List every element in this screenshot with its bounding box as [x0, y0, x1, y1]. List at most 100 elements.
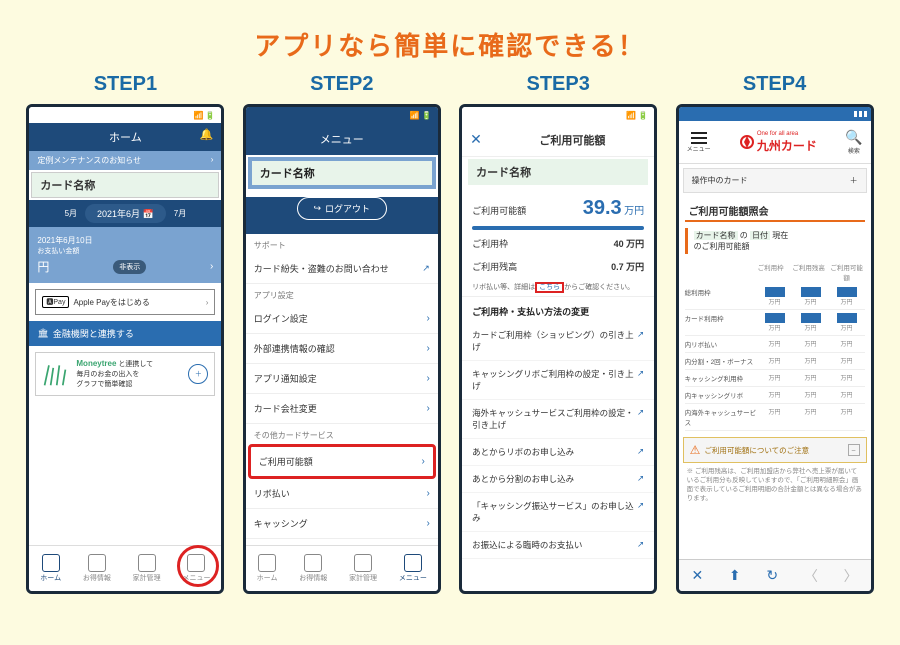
- external-icon: ↗: [637, 539, 644, 551]
- section-support: サポート: [246, 234, 438, 254]
- card-name: カード名称: [31, 172, 219, 198]
- forward-icon[interactable]: 〉: [844, 566, 858, 586]
- tab-home[interactable]: ホーム: [40, 554, 61, 583]
- logout-button[interactable]: ↪ログアウト: [297, 197, 388, 220]
- amount-unit: 円: [37, 258, 49, 275]
- gift-icon: [88, 554, 106, 572]
- month-tabs[interactable]: 5月 2021年6月 📅 7月: [29, 200, 221, 227]
- card-name-wrap: カード名称: [248, 157, 436, 189]
- change-cashing-revo[interactable]: キャッシングリボご利用枠の設定・引き上げ↗: [462, 361, 654, 400]
- apple-pay-text: Apple Payをはじめる: [73, 297, 149, 308]
- avail-value: 39.3: [583, 197, 622, 219]
- revo-link[interactable]: こちら: [539, 284, 560, 291]
- menu-icon: [404, 554, 422, 572]
- battery-icon: 🔋: [638, 111, 648, 120]
- menu-cashing[interactable]: キャッシング›: [246, 509, 438, 539]
- menu-button[interactable]: メニュー: [687, 132, 711, 153]
- revo-note: リボ払い等、詳細はこちらからご確認ください。: [462, 278, 654, 296]
- gift-icon: [304, 554, 322, 572]
- month-prev[interactable]: 5月: [65, 208, 77, 219]
- apple-pay-row[interactable]: 🅰Pay Apple Payをはじめる ›: [35, 289, 215, 315]
- home-icon: [42, 554, 60, 572]
- tab-home[interactable]: ホーム: [257, 554, 278, 583]
- apply-cashing-transfer[interactable]: 「キャッシング振込サービス」のお申し込み↗: [462, 493, 654, 532]
- change-overseas-cash[interactable]: 海外キャッシュサービスご利用枠の設定・引き上げ↗: [462, 400, 654, 439]
- battery-icon: 🔋: [205, 111, 215, 120]
- step-3-label: STEP3: [526, 73, 589, 96]
- menu-card-company[interactable]: カード会社変更›: [246, 394, 438, 424]
- link-banner[interactable]: 🏛 金融機関と連携する: [29, 321, 221, 346]
- warning-icon: ⚠: [690, 443, 701, 457]
- chevron-right-icon: ›: [426, 403, 429, 414]
- operating-card[interactable]: 操作中のカード＋: [683, 168, 867, 193]
- amount-panel: 2021年6月10日 お支払い金額 円 非表示 ›: [29, 227, 221, 283]
- chevron-right-icon: ›: [426, 313, 429, 324]
- footnote: ※ ご利用残高は、ご利用加盟店から弊社へ売上票が届いているご利用分も反映していま…: [679, 465, 871, 505]
- share-icon[interactable]: ⬆: [729, 567, 741, 584]
- month-current[interactable]: 2021年6月 📅: [85, 204, 166, 223]
- steps-row: STEP1 📶🔋 ホーム 🔔 定例メンテナンスのお知らせ› カード名称 5月 2…: [0, 73, 900, 614]
- header-title: ホーム: [109, 132, 142, 144]
- section-app: アプリ設定: [246, 284, 438, 304]
- step-2: STEP2 📶🔋 メニュー カード名称 ↪ログアウト サポート カード紛失・盗難…: [243, 73, 441, 594]
- external-icon: ↗: [637, 473, 644, 485]
- highlight-box: ご利用可能額›: [248, 444, 436, 479]
- step-1-label: STEP1: [94, 73, 157, 96]
- tab-deals[interactable]: お得情報: [83, 554, 111, 583]
- step-3: STEP3 📶🔋 ✕ ご利用可能額 カード名称 ご利用可能額 39.3 万円 ご…: [459, 73, 657, 594]
- reload-icon[interactable]: ↻: [766, 567, 778, 584]
- menu-lost-card[interactable]: カード紛失・盗難のお問い合わせ↗: [246, 254, 438, 284]
- apply-split[interactable]: あとから分割のお申し込み↗: [462, 466, 654, 493]
- external-icon: ↗: [637, 407, 644, 431]
- app-header: ホーム 🔔: [29, 123, 221, 151]
- status-bar: 📶🔋: [246, 107, 438, 123]
- chevron-right-icon: ›: [206, 298, 209, 307]
- moneytree-card[interactable]: Moneytree と連携して 毎月のお金の出入を グラフで簡単確認 ＋: [35, 352, 215, 396]
- change-shopping-limit[interactable]: カードご利用枠（ショッピング）の引き上げ↗: [462, 322, 654, 361]
- logo-main: 九州カード: [757, 137, 817, 154]
- chevron-right-icon: ›: [421, 456, 424, 467]
- collapse-icon[interactable]: −: [848, 444, 860, 456]
- status-bar: 📶🔋: [462, 107, 654, 123]
- apple-pay-icon: 🅰Pay: [42, 296, 69, 308]
- bell-icon[interactable]: 🔔: [200, 128, 214, 141]
- tab-menu[interactable]: メニュー: [399, 554, 427, 583]
- menu-notify[interactable]: アプリ通知設定›: [246, 364, 438, 394]
- logo[interactable]: One for all area 九州カード: [739, 131, 817, 154]
- table-row: 内分割・2回・ボーナス万円万円万円: [685, 353, 865, 370]
- month-next[interactable]: 7月: [174, 208, 186, 219]
- hide-badge[interactable]: 非表示: [113, 260, 146, 274]
- plus-icon[interactable]: ＋: [188, 364, 208, 384]
- back-icon[interactable]: 〈: [804, 566, 818, 586]
- moneytree-text: Moneytree と連携して 毎月のお金の出入を グラフで簡単確認: [76, 359, 153, 389]
- chevron-right-icon[interactable]: ›: [210, 261, 213, 272]
- tab-deals[interactable]: お得情報: [299, 554, 327, 583]
- external-icon: ↗: [637, 329, 644, 353]
- external-icon: ↗: [637, 368, 644, 392]
- amount-label: お支払い金額: [37, 246, 213, 256]
- chart-icon: [138, 554, 156, 572]
- phone-4: メニュー One for all area 九州カード 🔍 検索 操作中のカード…: [676, 104, 874, 594]
- menu-revo[interactable]: リボ払い›: [246, 479, 438, 509]
- step-1: STEP1 📶🔋 ホーム 🔔 定例メンテナンスのお知らせ› カード名称 5月 2…: [26, 73, 224, 594]
- close-icon[interactable]: ✕: [691, 567, 703, 584]
- menu-available-amount[interactable]: ご利用可能額›: [251, 447, 433, 476]
- apply-extra-payment[interactable]: お振込による臨時のお支払い↗: [462, 532, 654, 559]
- apply-revo[interactable]: あとからリボのお申し込み↗: [462, 439, 654, 466]
- notice-bar[interactable]: 定例メンテナンスのお知らせ›: [29, 151, 221, 170]
- notice-text: 定例メンテナンスのお知らせ: [37, 155, 141, 166]
- screen-title: ご利用可能額: [539, 132, 605, 148]
- close-icon[interactable]: ✕: [470, 131, 482, 148]
- tab-budget[interactable]: 家計管理: [133, 554, 161, 583]
- menu-login-settings[interactable]: ログイン設定›: [246, 304, 438, 334]
- link-banner-text: 金融機関と連携する: [53, 327, 134, 340]
- logout-icon: ↪: [314, 203, 322, 214]
- table-row: 総利用枠万円万円万円: [685, 284, 865, 310]
- card-name: カード名称: [468, 159, 648, 185]
- menu-ext-link[interactable]: 外部連携情報の確認›: [246, 334, 438, 364]
- card-name: カード名称: [252, 161, 432, 185]
- warning-box[interactable]: ⚠ ご利用可能額についてのご注意 −: [683, 437, 867, 463]
- tab-budget[interactable]: 家計管理: [349, 554, 377, 583]
- search-button[interactable]: 🔍 検索: [845, 129, 862, 155]
- phone-3: 📶🔋 ✕ ご利用可能額 カード名称 ご利用可能額 39.3 万円 ご利用枠40 …: [459, 104, 657, 594]
